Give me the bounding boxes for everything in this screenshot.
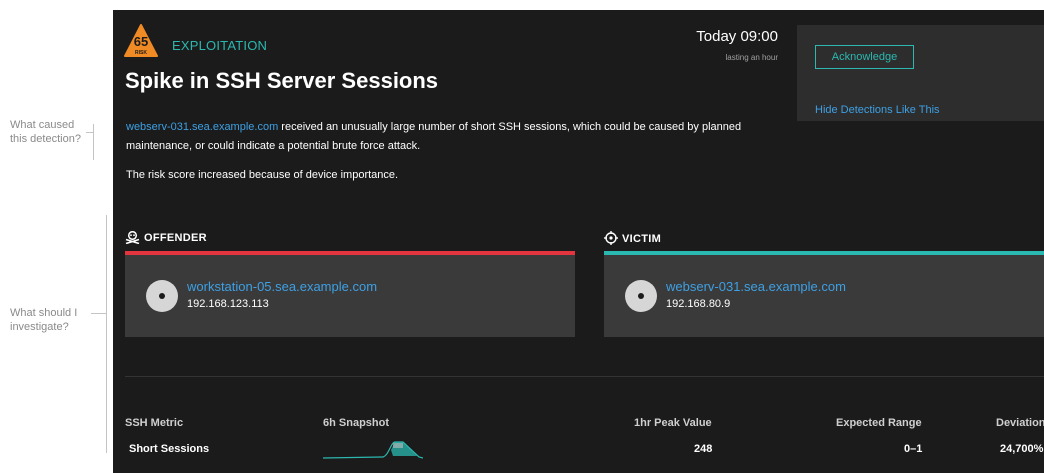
annotation-investigate: What should I investigate? bbox=[10, 307, 78, 333]
device-avatar-icon bbox=[146, 280, 178, 312]
header-ssh-metric: SSH Metric bbox=[125, 417, 184, 429]
annotation-bracket-tick bbox=[86, 132, 93, 133]
annotation-bracket bbox=[93, 124, 94, 160]
header-expected-range: Expected Range bbox=[836, 417, 922, 429]
risk-note: The risk score increased because of devi… bbox=[126, 169, 399, 181]
detection-panel: 65 RISK EXPLOITATION Spike in SSH Server… bbox=[113, 10, 1044, 473]
annotation-bracket bbox=[106, 215, 107, 453]
peak-value: 248 bbox=[694, 443, 713, 455]
deviation-value: 24,700% bbox=[1000, 443, 1044, 455]
victim-hostname[interactable]: webserv-031.sea.example.com bbox=[666, 279, 846, 294]
offender-heading: OFFENDER bbox=[125, 230, 207, 245]
offender-card: workstation-05.sea.example.com 192.168.1… bbox=[125, 251, 575, 337]
detection-description: webserv-031.sea.example.com received an … bbox=[126, 118, 766, 156]
action-box: Acknowledge Hide Detections Like This bbox=[797, 25, 1044, 121]
victim-card: webserv-031.sea.example.com 192.168.80.9 bbox=[604, 251, 1044, 337]
expected-range: 0–1 bbox=[904, 443, 923, 455]
acknowledge-button[interactable]: Acknowledge bbox=[815, 45, 914, 69]
victim-hostname-link[interactable]: webserv-031.sea.example.com bbox=[126, 121, 278, 133]
risk-label: RISK bbox=[135, 50, 147, 56]
crosshair-icon bbox=[604, 231, 618, 245]
offender-hostname[interactable]: workstation-05.sea.example.com bbox=[187, 279, 377, 294]
risk-badge: 65 RISK bbox=[124, 24, 158, 58]
device-avatar-icon bbox=[625, 280, 657, 312]
hide-detections-link[interactable]: Hide Detections Like This bbox=[815, 104, 940, 116]
metric-name: Short Sessions bbox=[129, 443, 210, 455]
victim-bar bbox=[604, 251, 1044, 255]
risk-score: 65 bbox=[133, 34, 149, 49]
detection-duration: lasting an hour bbox=[725, 53, 778, 62]
annotation-bracket-tick bbox=[91, 313, 106, 314]
offender-bar bbox=[125, 251, 575, 255]
skull-crossbones-icon bbox=[125, 230, 140, 245]
annotation-cause: What caused this detection? bbox=[10, 119, 81, 145]
victim-heading: VICTIM bbox=[604, 231, 661, 245]
detection-title: Spike in SSH Server Sessions bbox=[125, 68, 439, 93]
header-snapshot: 6h Snapshot bbox=[323, 417, 390, 429]
victim-ip: 192.168.80.9 bbox=[666, 298, 731, 310]
header-deviation: Deviation bbox=[996, 417, 1044, 429]
detection-category: EXPLOITATION bbox=[172, 38, 268, 53]
offender-ip: 192.168.123.113 bbox=[187, 298, 269, 310]
header-peak-value: 1hr Peak Value bbox=[634, 417, 712, 429]
snapshot-sparkline bbox=[323, 441, 423, 459]
section-divider bbox=[125, 376, 1044, 377]
detection-time: Today 09:00 bbox=[696, 28, 778, 45]
